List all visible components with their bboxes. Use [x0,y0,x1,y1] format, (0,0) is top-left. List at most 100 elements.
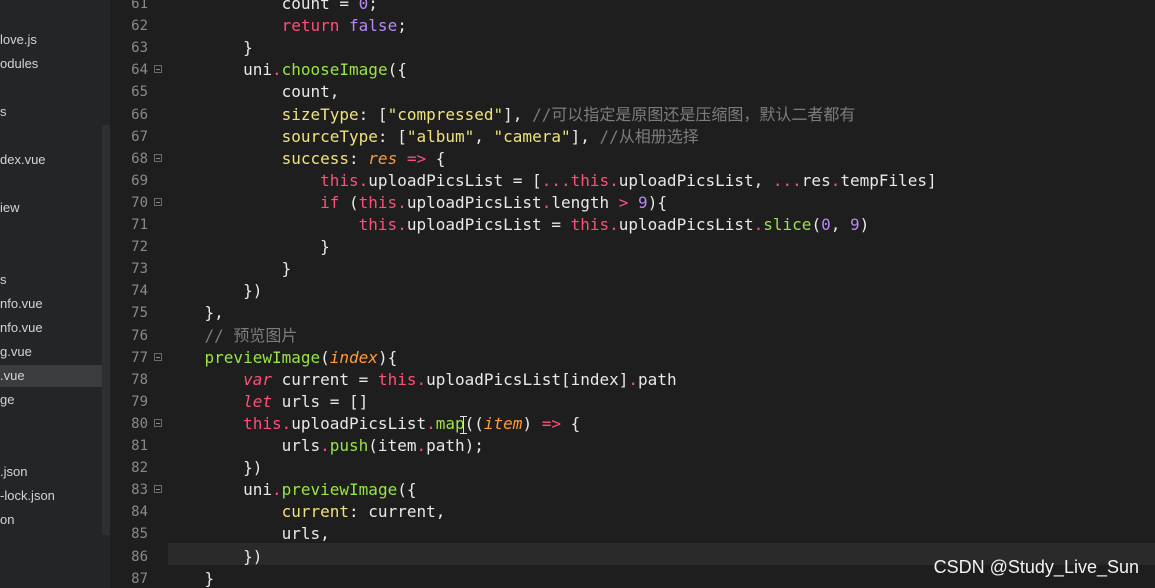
code-token: index [329,347,378,367]
code-token: } [281,259,292,279]
code-token: ], [503,104,533,124]
code-line: 74 }) [110,280,1155,302]
code-line: 76 // 预览图片 [110,325,1155,347]
code-token: uploadPicsList = [406,215,571,234]
fold-toggle-icon[interactable] [154,352,162,361]
code-token: : current, [349,502,446,522]
code-token: } [320,237,330,257]
fold-toggle-icon[interactable] [154,153,162,162]
code-text: previewImage(index){ [166,347,398,369]
sidebar-file-item[interactable]: .json [0,461,103,483]
code-token: . [753,215,764,234]
code-token: : [ [377,126,407,146]
code-line: 72 } [110,236,1155,258]
line-number: 85 [131,526,148,543]
sidebar-file-item[interactable]: dex.vue [0,149,103,171]
code-token: { [560,413,581,433]
sidebar-file-item[interactable]: nfo.vue [0,293,103,315]
code-line: 63 } [110,37,1155,59]
line-number: 65 [131,84,148,101]
fold-toggle-icon[interactable] [154,485,162,494]
line-number: 67 [131,128,148,145]
code-text: this.uploadPicsList = this.uploadPicsLis… [166,214,870,236]
code-token: . [416,436,427,455]
code-token: urls = [] [271,391,369,411]
code-text: return false; [166,15,407,37]
code-token: previewImage [281,480,398,500]
code-line: 73 } [110,258,1155,280]
code-line: 80 this.uploadPicsList.map((item) => { [110,413,1155,435]
sidebar-file-item[interactable]: -lock.json [0,485,103,507]
code-token: . [271,60,282,80]
line-number: 63 [131,40,148,57]
code-token: { [435,148,446,168]
code-text: count, [166,81,340,103]
sidebar-scrollbar[interactable] [102,125,110,535]
line-number: 82 [131,460,148,477]
line-number: 81 [131,438,148,454]
code-token: ({ [387,60,407,80]
sidebar-file-item[interactable]: .vue [0,365,103,387]
code-token: sourceType [281,126,378,146]
sidebar-file-item[interactable]: odules [0,53,103,75]
code-token: //从相册选择 [599,126,699,146]
code-token: tempFiles] [840,170,937,190]
line-number: 73 [131,261,148,278]
code-line: 82 }) [110,457,1155,479]
code-token: //可以指定是原图还是压缩图，默认二者都有 [532,104,856,124]
code-line: 67 sourceType: ["album", "camera"], //从相… [110,126,1155,148]
fold-toggle-icon[interactable] [154,197,162,206]
code-token: uploadPicsList [291,413,427,433]
code-token: var [243,369,272,389]
text-cursor-icon [459,416,468,434]
sidebar-file-item[interactable]: on [0,509,103,531]
code-token: uni [243,480,272,500]
sidebar-file-item[interactable]: g.vue [0,341,103,363]
code-text: count = 0; [166,0,378,15]
line-number: 74 [131,283,148,300]
code-token: => [397,148,436,168]
code-token: => [541,413,561,433]
code-line: 78 var current = this.uploadPicsList[ind… [110,369,1155,391]
sidebar-file-item[interactable]: s [0,101,103,123]
code-text: var current = this.uploadPicsList[index]… [166,369,677,391]
line-number: 83 [131,482,148,499]
code-token: 9 [849,215,860,234]
line-number: 80 [131,415,148,432]
fold-toggle-icon[interactable] [154,65,162,74]
sidebar-file-item[interactable]: nfo.vue [0,317,103,339]
code-text: }) [166,546,262,568]
fold-toggle-icon[interactable] [154,418,162,427]
code-token: }) [243,546,263,566]
sidebar-file-item[interactable]: ge [0,389,103,411]
code-token: 0 [358,0,369,13]
code-token: . [358,170,369,190]
code-token: current = [271,369,378,389]
code-text: uni.previewImage({ [166,479,416,501]
code-text: }, [166,302,224,324]
code-token: uploadPicsList [406,192,542,212]
code-token: . [830,170,841,190]
sidebar-file-item[interactable]: s [0,269,103,291]
code-token: : [ [358,104,388,124]
code-token: path); [426,436,484,455]
code-line: 84 current: current, [110,501,1155,523]
code-token: ( [811,215,822,234]
sidebar-file-item[interactable]: love.js [0,29,103,51]
sidebar-file-item[interactable]: iew [0,197,103,219]
code-token: } [204,568,215,588]
code-text: } [166,236,330,258]
code-editor[interactable]: 61 count = 0; 62 return false; 63 } 64 uni.… [110,0,1155,588]
code-token: . [416,369,427,389]
code-token: . [397,215,407,234]
code-line: 75 }, [110,302,1155,324]
